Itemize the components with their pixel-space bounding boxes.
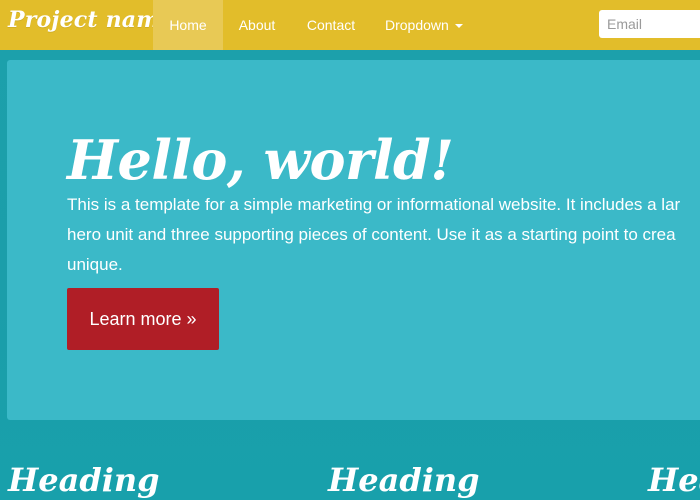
nav-item-dropdown[interactable]: Dropdown [371,0,463,50]
nav-item-contact[interactable]: Contact [291,0,371,50]
email-input[interactable] [599,10,700,38]
nav-item-label: Home [169,17,207,33]
hero-text-line: unique. [67,255,123,274]
hero-text-line: hero unit and three supporting pieces of… [67,225,676,244]
brand-logo[interactable]: Project name [8,7,174,33]
column-heading: Heading [328,461,480,499]
nav-item-label: About [238,17,276,33]
nav-item-about[interactable]: About [223,0,291,50]
hero-unit: Hello, world! This is a template for a s… [7,60,700,420]
column-heading: Heading [648,461,700,499]
navbar: Project name Home About Contact Dropdown [0,0,700,50]
column-heading: Heading [8,461,160,499]
learn-more-button[interactable]: Learn more » [67,288,219,350]
nav-item-home[interactable]: Home [153,0,223,50]
hero-title: Hello, world! [67,128,454,192]
nav-item-label: Dropdown [385,17,449,33]
nav-menu: Home About Contact Dropdown [153,0,463,50]
hero-text: This is a template for a simple marketin… [67,190,700,280]
page: Project name Home About Contact Dropdown… [0,0,700,500]
nav-item-label: Contact [306,17,356,33]
caret-down-icon [454,24,463,28]
hero-text-line: This is a template for a simple marketin… [67,195,681,214]
